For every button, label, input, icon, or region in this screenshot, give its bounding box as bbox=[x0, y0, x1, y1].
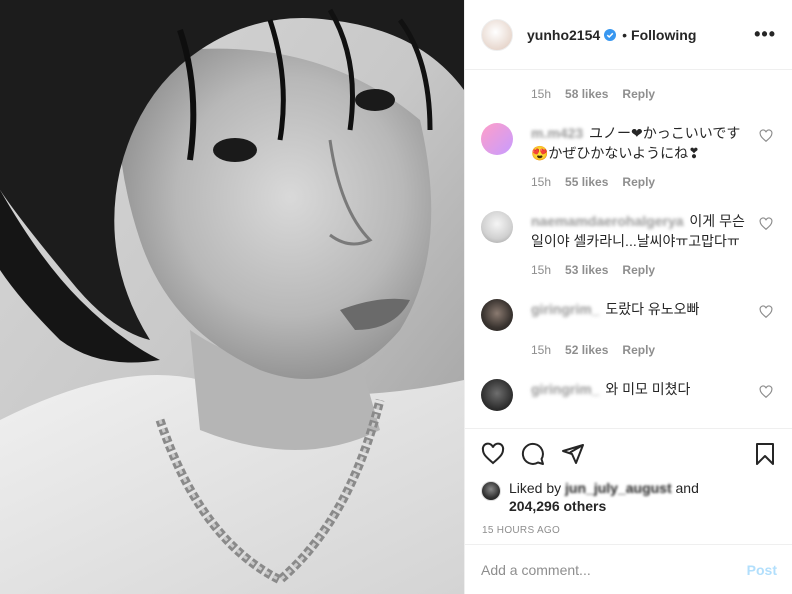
comment-body: 와 미모 미쳤다 bbox=[605, 381, 691, 397]
small-heart-icon[interactable] bbox=[759, 129, 773, 143]
likes-text: Liked by jun_july_august and 204,296 oth… bbox=[509, 479, 699, 515]
commenter-username[interactable]: m.m423 bbox=[531, 125, 583, 141]
small-heart-icon[interactable] bbox=[759, 217, 773, 231]
comment-text: giringrim_ 와 미모 미쳤다 bbox=[531, 379, 745, 411]
bookmark-icon[interactable] bbox=[753, 442, 777, 466]
separator-dot: • bbox=[622, 26, 628, 43]
comment-item: giringrim_ 도랐다 유노오빠 bbox=[481, 299, 777, 331]
comments-list[interactable]: 15h 58 likes Reply m.m423 ユノー❤かっこいいです😍かぜ… bbox=[465, 71, 792, 427]
post-photo[interactable] bbox=[0, 0, 464, 594]
comment-text: naemamdaerohalgerya 이게 무슨일이야 셀카라니...날씨야ㅠ… bbox=[531, 211, 745, 251]
likes-prefix: Liked by bbox=[509, 480, 562, 496]
comment-time: 15h bbox=[531, 343, 552, 357]
author-username[interactable]: yunho2154 bbox=[527, 27, 600, 43]
author-avatar[interactable] bbox=[481, 18, 513, 51]
comment-text: giringrim_ 도랐다 유노오빠 bbox=[531, 299, 745, 331]
post-actions: Liked by jun_july_august and 204,296 oth… bbox=[465, 428, 792, 536]
liker-username[interactable]: jun_july_august bbox=[565, 480, 672, 496]
comment-icon[interactable] bbox=[521, 442, 545, 466]
comment-time: 15h bbox=[531, 263, 552, 277]
small-heart-icon[interactable] bbox=[759, 305, 773, 319]
likes-count[interactable]: 204,296 others bbox=[509, 498, 606, 514]
heart-icon[interactable] bbox=[481, 442, 505, 466]
commenter-username[interactable]: giringrim_ bbox=[531, 301, 599, 317]
share-icon[interactable] bbox=[561, 442, 585, 466]
comment-item: m.m423 ユノー❤かっこいいです😍かぜひかないようにね❣ bbox=[481, 123, 777, 163]
comment-meta: 15h 52 likes Reply bbox=[481, 343, 777, 357]
action-icons bbox=[481, 441, 777, 467]
post-timestamp[interactable]: 15 HOURS AGO bbox=[481, 525, 777, 536]
liker-avatar[interactable] bbox=[481, 481, 501, 501]
reply-button[interactable]: Reply bbox=[622, 175, 655, 189]
commenter-username[interactable]: giringrim_ bbox=[531, 381, 599, 397]
comment-meta: 15h 53 likes Reply bbox=[481, 263, 777, 277]
comment-text: m.m423 ユノー❤かっこいいです😍かぜひかないようにね❣ bbox=[531, 123, 745, 163]
verified-badge-icon bbox=[604, 28, 617, 41]
comment-meta: 15h 55 likes Reply bbox=[481, 175, 777, 189]
comment-time: 15h bbox=[531, 87, 552, 101]
comment-input[interactable] bbox=[481, 561, 747, 578]
post-header: yunho2154 • Following ••• bbox=[465, 0, 792, 70]
more-options-icon[interactable]: ••• bbox=[754, 24, 776, 45]
commenter-avatar[interactable] bbox=[481, 123, 513, 155]
reply-button[interactable]: Reply bbox=[622, 343, 655, 357]
likes-summary: Liked by jun_july_august and 204,296 oth… bbox=[481, 479, 777, 515]
reply-button[interactable]: Reply bbox=[622, 87, 655, 101]
comment-time: 15h bbox=[531, 175, 552, 189]
post-details-panel: yunho2154 • Following ••• 15h 58 likes R… bbox=[464, 0, 792, 594]
likes-and: and bbox=[675, 480, 699, 496]
comment-likes[interactable]: 52 likes bbox=[565, 343, 608, 357]
post-button[interactable]: Post bbox=[747, 562, 777, 578]
comment-likes[interactable]: 55 likes bbox=[565, 175, 608, 189]
comment-meta: 15h 58 likes Reply bbox=[481, 87, 777, 101]
comment-item: giringrim_ 와 미모 미쳤다 bbox=[481, 379, 777, 411]
reply-button[interactable]: Reply bbox=[622, 263, 655, 277]
small-heart-icon[interactable] bbox=[759, 385, 773, 399]
commenter-avatar[interactable] bbox=[481, 211, 513, 243]
comment-likes[interactable]: 53 likes bbox=[565, 263, 608, 277]
commenter-avatar[interactable] bbox=[481, 379, 513, 411]
comment-item: naemamdaerohalgerya 이게 무슨일이야 셀카라니...날씨야ㅠ… bbox=[481, 211, 777, 251]
add-comment-bar: Post bbox=[465, 544, 792, 594]
post-photo-illustration bbox=[0, 0, 464, 594]
commenter-avatar[interactable] bbox=[481, 299, 513, 331]
following-button[interactable]: Following bbox=[631, 27, 696, 43]
commenter-username[interactable]: naemamdaerohalgerya bbox=[531, 213, 684, 229]
comment-likes[interactable]: 58 likes bbox=[565, 87, 608, 101]
comment-body: 도랐다 유노오빠 bbox=[605, 301, 700, 317]
